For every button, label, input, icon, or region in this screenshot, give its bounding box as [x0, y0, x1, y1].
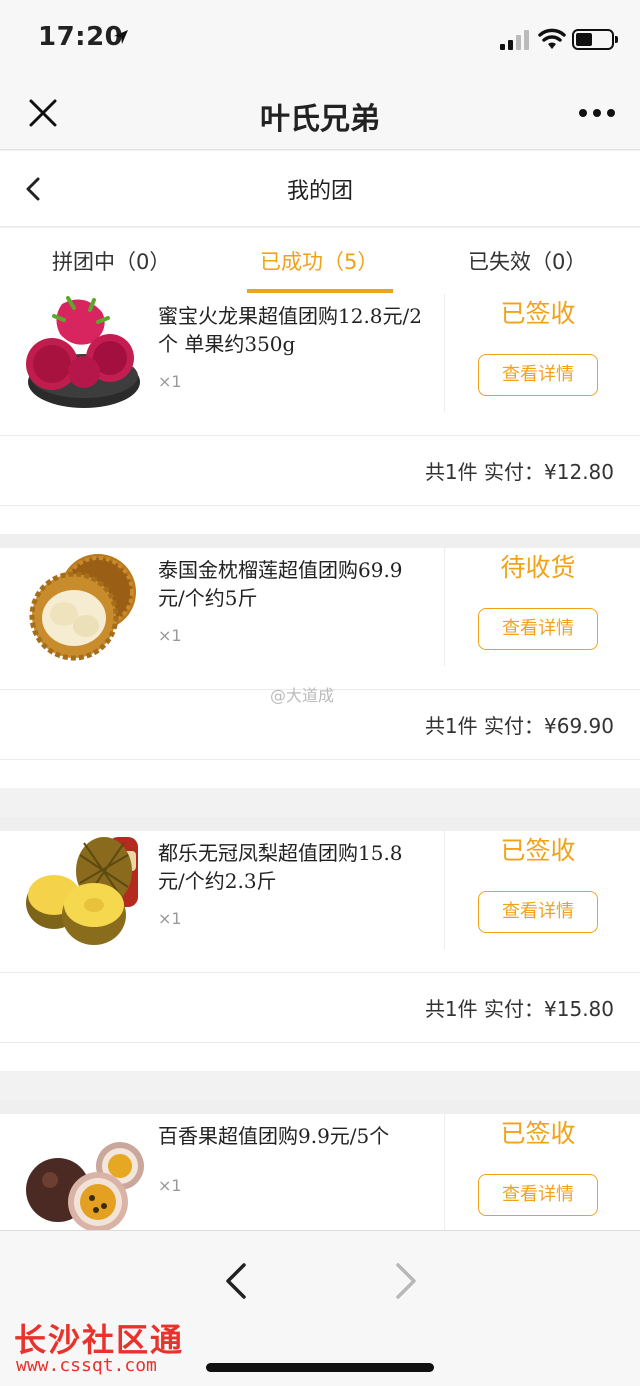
browser-back-icon[interactable]	[222, 1261, 250, 1301]
pineapple-image	[26, 837, 138, 945]
status-time: 17:20	[38, 22, 124, 52]
order-card: 百香果超值团购9.9元/5个 ×1 已签收 查看详情	[0, 1114, 640, 1230]
browser-toolbar: 长沙社区通 www.cssqt.com	[0, 1230, 640, 1386]
order-total: 共1件 实付：¥12.80	[424, 460, 614, 484]
watermark: @大道成	[270, 686, 335, 705]
site-url: www.cssqt.com	[16, 1355, 157, 1376]
divider	[444, 294, 445, 412]
view-details-button[interactable]: 查看详情	[478, 354, 598, 396]
page-title: 我的团	[286, 179, 353, 204]
product-title: 百香果超值团购9.9元/5个	[158, 1124, 390, 1148]
order-card: 都乐无冠凤梨超值团购15.8元/个约2.3斤 ×1 已签收 查看详情 共1件 实…	[0, 831, 640, 1071]
product-title: 泰国金枕榴莲超值团购69.9元/个约5斤	[158, 558, 403, 610]
order-card: 蜜宝火龙果超值团购12.8元/2个 单果约350g ×1 已签收 查看详情 共1…	[0, 294, 640, 534]
product-quantity: ×1	[158, 1176, 182, 1195]
order-status: 已签收	[500, 1119, 576, 1148]
passion-fruit-image	[26, 1142, 144, 1230]
view-details-button[interactable]: 查看详情	[478, 608, 598, 650]
dragon-fruit-image	[26, 296, 140, 408]
status-bar: 17:20	[0, 0, 640, 80]
view-details-button[interactable]: 查看详情	[478, 1174, 598, 1216]
app-title: 叶氏兄弟	[260, 102, 380, 137]
product-title: 都乐无冠凤梨超值团购15.8元/个约2.3斤	[158, 841, 403, 893]
more-options-icon[interactable]	[578, 108, 616, 118]
tab-in-progress[interactable]: 拼团中（0）	[52, 246, 170, 276]
home-indicator	[206, 1363, 434, 1372]
order-status: 待收货	[500, 553, 576, 582]
tab-succeeded[interactable]: 已成功（5）	[260, 246, 378, 276]
durian-image	[29, 554, 136, 661]
view-details-button[interactable]: 查看详情	[478, 891, 598, 933]
product-quantity: ×1	[158, 372, 182, 391]
battery-icon	[572, 29, 618, 50]
product-quantity: ×1	[158, 626, 182, 645]
nav-bar: 叶氏兄弟	[0, 80, 640, 150]
location-arrow-icon	[114, 30, 128, 44]
order-total: 共1件 实付：¥15.80	[424, 997, 614, 1021]
divider	[444, 548, 445, 666]
browser-forward-icon[interactable]	[392, 1261, 420, 1301]
tab-expired[interactable]: 已失效（0）	[468, 246, 586, 276]
divider	[444, 1114, 445, 1230]
cellular-signal-icon	[500, 30, 529, 50]
active-tab-indicator	[247, 289, 393, 293]
wifi-icon	[538, 28, 566, 49]
order-status: 已签收	[500, 836, 576, 865]
product-title: 蜜宝火龙果超值团购12.8元/2个 单果约350g	[158, 304, 422, 356]
order-status: 已签收	[500, 299, 576, 328]
tab-bar: 拼团中（0） 已成功（5） 已失效（0）	[0, 228, 640, 294]
order-list[interactable]: 蜜宝火龙果超值团购12.8元/2个 单果约350g ×1 已签收 查看详情 共1…	[0, 294, 640, 1230]
order-card: 泰国金枕榴莲超值团购69.9元/个约5斤 ×1 待收货 查看详情 共1件 实付：…	[0, 548, 640, 788]
order-total: 共1件 实付：¥69.90	[424, 714, 614, 738]
page-header: 我的团	[0, 151, 640, 227]
product-quantity: ×1	[158, 909, 182, 928]
divider	[444, 831, 445, 949]
